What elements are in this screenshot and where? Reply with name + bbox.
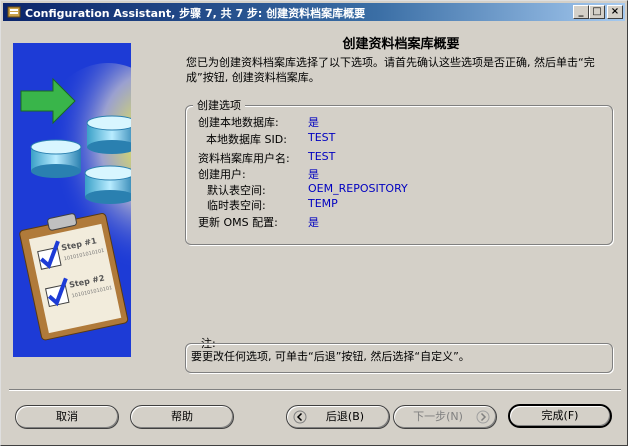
option-value-default-tablespace: OEM_REPOSITORY <box>308 182 408 195</box>
maximize-button[interactable]: □ <box>589 5 605 19</box>
options-group-label: 创建选项 <box>193 97 245 113</box>
option-label-update-oms: 更新 OMS 配置: <box>198 216 278 229</box>
back-button[interactable]: 后退(B) <box>286 405 390 429</box>
note-text: 要更改任何选项, 可单击“后退”按钮, 然后选择“自定义”。 <box>191 350 470 363</box>
option-value-temp-tablespace: TEMP <box>308 197 338 210</box>
cancel-button[interactable]: 取消 <box>15 405 119 429</box>
option-label-default-tablespace: 默认表空间: <box>207 184 266 197</box>
title-bar[interactable]: Configuration Assistant, 步骤 7, 共 7 步: 创建… <box>3 3 625 21</box>
back-button-label: 后退(B) <box>325 410 365 423</box>
option-label-repository-user: 资料档案库用户名: <box>198 152 290 165</box>
finish-button[interactable]: 完成(F) <box>508 404 612 428</box>
wizard-side-image: Step #1 1010101010101 Step #2 1010101010… <box>13 43 131 357</box>
option-label-temp-tablespace: 临时表空间: <box>207 199 266 212</box>
option-value-create-local-db: 是 <box>308 116 319 129</box>
option-value-local-sid: TEST <box>308 131 336 144</box>
close-button[interactable]: × <box>607 5 623 19</box>
app-icon <box>7 6 21 18</box>
next-button[interactable]: 下一步(N) <box>393 405 497 429</box>
chevron-right-icon <box>476 410 490 424</box>
option-label-create-user: 创建用户: <box>198 168 246 181</box>
minimize-button[interactable]: _ <box>573 5 589 19</box>
chevron-left-icon <box>293 410 307 424</box>
window-title: Configuration Assistant, 步骤 7, 共 7 步: 创建… <box>25 7 366 20</box>
button-divider <box>9 389 621 391</box>
next-button-label: 下一步(N) <box>413 410 463 423</box>
help-button[interactable]: 帮助 <box>130 405 234 429</box>
option-value-update-oms: 是 <box>308 216 319 229</box>
option-value-repository-user: TEST <box>308 150 336 163</box>
option-value-create-user: 是 <box>308 168 319 181</box>
intro-text: 您已为创建资料档案库选择了以下选项。请首先确认这些选项是否正确, 然后单击“完成… <box>186 56 595 84</box>
configuration-assistant-window: Configuration Assistant, 步骤 7, 共 7 步: 创建… <box>0 0 628 446</box>
option-label-local-sid: 本地数据库 SID: <box>206 133 287 146</box>
database-clipboard-illustration: Step #1 1010101010101 Step #2 1010101010… <box>19 63 131 341</box>
option-label-create-local-db: 创建本地数据库: <box>198 116 279 129</box>
page-title: 创建资料档案库概要 <box>342 37 460 52</box>
